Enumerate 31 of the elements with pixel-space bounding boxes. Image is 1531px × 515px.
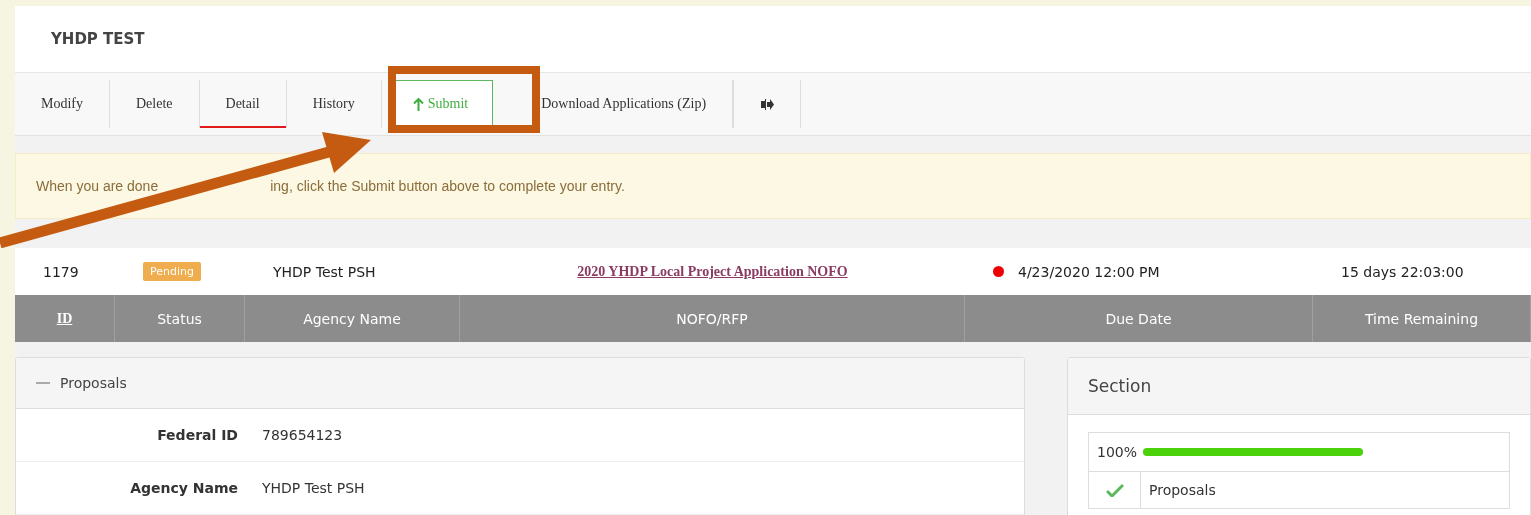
section-item[interactable]: Proposals [1141,482,1509,498]
toolbar-tab[interactable]: Detail [199,80,287,128]
due-date: 4/23/2020 12:00 PM [1018,263,1160,280]
table-cell: 15 days 22:03:00 [1313,248,1531,295]
table-cell: 1179 [15,248,115,295]
alert-text: When you are done [36,178,159,194]
field-value: 789654123 [262,427,344,443]
column-header: Agency Name [245,295,460,342]
field-value: YHDP Test PSH [262,480,366,496]
toolbar-tab[interactable]: Download Applications (Zip) [515,80,734,128]
sign-out-icon [760,98,774,110]
status-badge: Pending [143,262,201,281]
toolbar-tab[interactable]: History [286,80,382,128]
toolbar-tab[interactable]: Delete [110,80,200,128]
sign-out-button[interactable] [733,80,802,128]
field-label: Federal ID [156,427,239,443]
arrow-up-icon [412,97,424,111]
panel-title: Proposals [60,375,127,391]
page-title: YHDP TEST [51,30,145,48]
alert-text: ing, click the Submit button above to complete your entry. [270,178,625,194]
column-header: NOFO/RFP [460,295,965,342]
field-label: Agency Name [129,480,239,496]
toolbar-tab[interactable]: Modify [15,80,110,128]
column-header: Status [115,295,245,342]
column-header: Time Remaining [1313,295,1531,342]
nofo-link[interactable]: 2020 YHDP Local Project Application NOFO [577,263,848,280]
status-dot [993,266,1004,277]
panel-title: Section [1088,376,1152,396]
column-header: Due Date [965,295,1313,342]
table-cell: YHDP Test PSH [245,248,460,295]
progress-text: 100% [1097,444,1138,460]
